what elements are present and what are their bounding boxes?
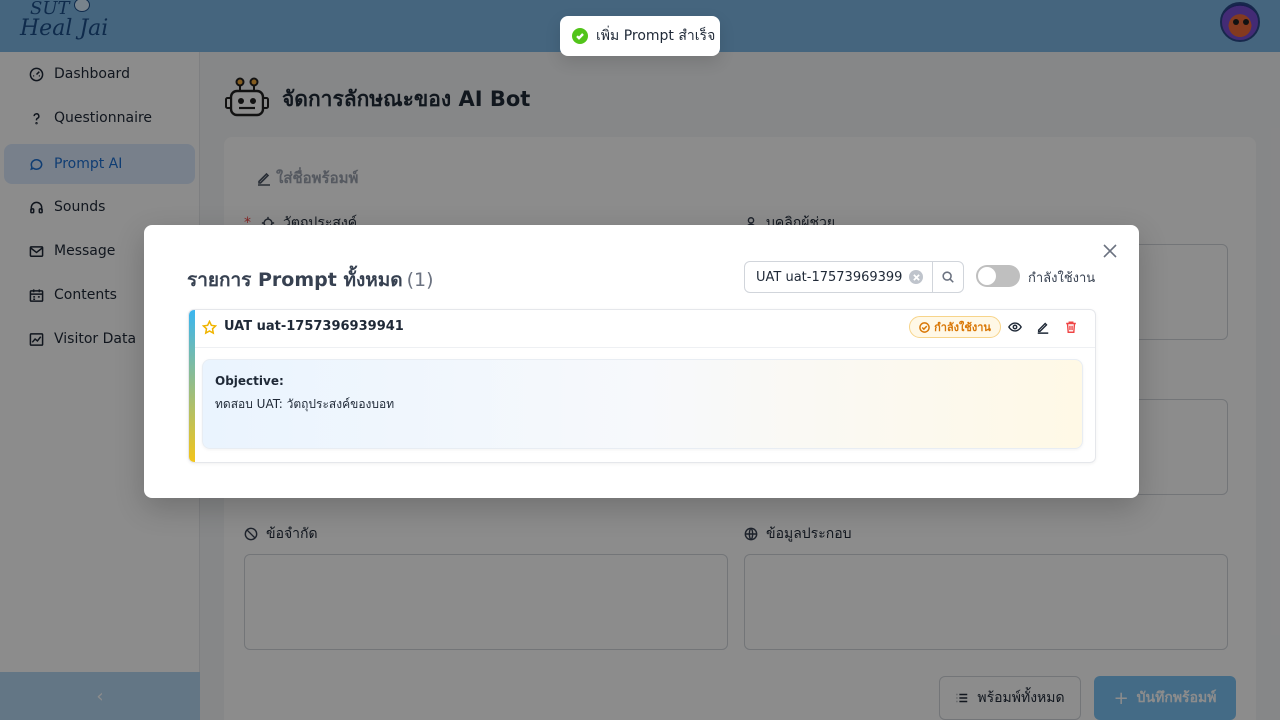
objective-key: Objective:	[215, 374, 284, 388]
eye-icon	[1008, 322, 1022, 332]
delete-button[interactable]	[1063, 319, 1079, 335]
check-circle-icon	[572, 28, 588, 44]
objective-box: Objective: ทดสอบ UAT: วัตถุประสงค์ของบอท	[202, 359, 1083, 449]
search-input[interactable]	[745, 262, 933, 292]
view-button[interactable]	[1007, 319, 1023, 335]
item-accent-bar	[189, 310, 195, 462]
trash-icon	[1066, 321, 1076, 333]
toggle-label: กำลังใช้งาน	[1028, 271, 1096, 286]
star-icon[interactable]	[201, 319, 218, 335]
prompt-list-modal: รายการ Prompt ทั้งหมด(1) กำลังใช้งาน UAT…	[144, 225, 1139, 498]
item-divider	[195, 347, 1095, 348]
prompt-name: UAT uat-1757396939941	[224, 319, 404, 334]
check-circle-icon	[919, 321, 930, 333]
objective-value: ทดสอบ UAT: วัตถุประสงค์ของบอท	[215, 397, 395, 411]
prompt-list-item: UAT uat-1757396939941 กำลังใช้งาน Object…	[188, 309, 1096, 463]
modal-title: รายการ Prompt ทั้งหมด (1)	[187, 269, 434, 291]
clear-icon[interactable]	[909, 270, 923, 284]
prompt-count: (1)	[406, 269, 434, 291]
status-badge: กำลังใช้งาน	[909, 316, 1001, 338]
edit-button[interactable]	[1035, 319, 1051, 335]
success-toast: เพิ่ม Prompt สำเร็จ	[560, 16, 720, 56]
search-icon	[942, 271, 954, 283]
edit-icon	[1037, 322, 1049, 334]
close-icon[interactable]	[1102, 243, 1120, 261]
search-button[interactable]	[932, 262, 963, 292]
prompt-search	[744, 261, 964, 293]
active-only-toggle[interactable]	[976, 265, 1020, 287]
